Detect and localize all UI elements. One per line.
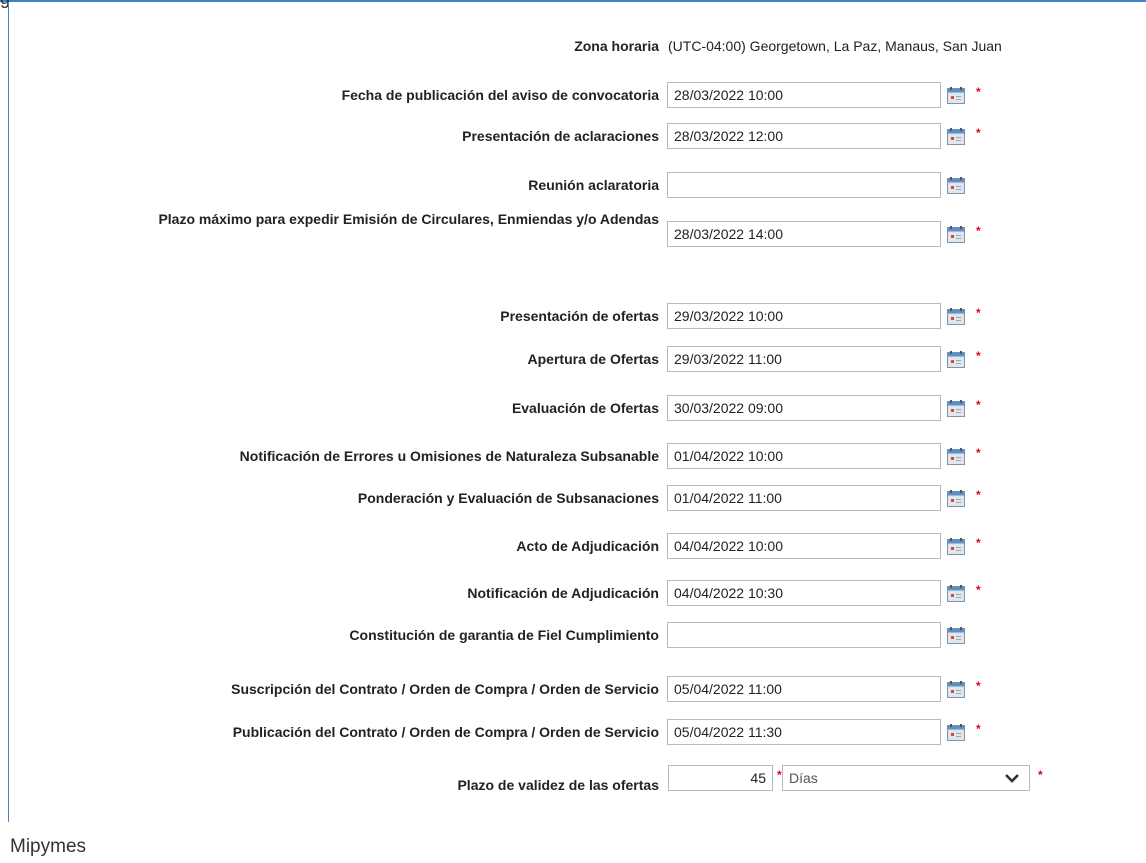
schedule-label: Ponderación y Evaluación de Subsanacione… bbox=[357, 490, 659, 506]
required-marker: * bbox=[976, 488, 981, 502]
calendar-icon[interactable] bbox=[947, 490, 965, 507]
calendar-icon[interactable] bbox=[947, 627, 965, 644]
calendar-icon[interactable] bbox=[947, 226, 965, 243]
required-marker: * bbox=[777, 768, 782, 782]
schedule-label: Acto de Adjudicación bbox=[516, 538, 659, 554]
calendar-icon[interactable] bbox=[947, 585, 965, 602]
calendar-icon[interactable] bbox=[947, 400, 965, 417]
schedule-label: Publicación del Contrato / Orden de Comp… bbox=[232, 724, 659, 740]
date-input[interactable]: 01/04/2022 10:00 bbox=[667, 443, 941, 469]
required-marker: * bbox=[976, 85, 981, 99]
date-input[interactable]: 28/03/2022 14:00 bbox=[667, 221, 941, 247]
section-top-border bbox=[0, 0, 1146, 2]
required-marker: * bbox=[976, 224, 981, 238]
required-marker: * bbox=[1038, 768, 1043, 782]
required-marker: * bbox=[976, 126, 981, 140]
timezone-label: Zona horaria bbox=[574, 38, 659, 54]
calendar-icon[interactable] bbox=[947, 538, 965, 555]
calendar-icon[interactable] bbox=[947, 308, 965, 325]
schedule-label: Notificación de Adjudicación bbox=[467, 585, 659, 601]
date-input[interactable] bbox=[667, 172, 941, 198]
schedule-label: Constitución de garantia de Fiel Cumplim… bbox=[349, 627, 659, 643]
schedule-label: Suscripción del Contrato / Orden de Comp… bbox=[231, 681, 659, 697]
calendar-icon[interactable] bbox=[947, 351, 965, 368]
date-input[interactable]: 04/04/2022 10:30 bbox=[667, 580, 941, 606]
date-input[interactable]: 29/03/2022 10:00 bbox=[667, 303, 941, 329]
date-input[interactable]: 04/04/2022 10:00 bbox=[667, 533, 941, 559]
validity-unit-select[interactable]: Días bbox=[782, 765, 1030, 791]
date-input[interactable]: 05/04/2022 11:30 bbox=[667, 719, 941, 745]
calendar-icon[interactable] bbox=[947, 128, 965, 145]
validity-unit-value: Días bbox=[789, 770, 818, 786]
required-marker: * bbox=[976, 722, 981, 736]
date-input[interactable]: 29/03/2022 11:00 bbox=[667, 346, 941, 372]
required-marker: * bbox=[976, 679, 981, 693]
schedule-label: Notificación de Errores u Omisiones de N… bbox=[239, 448, 659, 464]
required-marker: * bbox=[976, 398, 981, 412]
schedule-label: Presentación de ofertas bbox=[500, 308, 659, 324]
schedule-label: Apertura de Ofertas bbox=[527, 351, 659, 367]
required-marker: * bbox=[976, 536, 981, 550]
date-input[interactable]: 05/04/2022 11:00 bbox=[667, 676, 941, 702]
validity-days-input[interactable]: 45 bbox=[668, 765, 773, 791]
section-mipymes-title: Mipymes bbox=[10, 836, 87, 857]
section-left-border bbox=[8, 2, 9, 822]
chevron-down-icon bbox=[1005, 774, 1019, 783]
schedule-label: Fecha de publicación del aviso de convoc… bbox=[341, 87, 659, 103]
schedule-label: Plazo máximo para expedir Emisión de Cir… bbox=[158, 211, 659, 227]
calendar-icon[interactable] bbox=[947, 724, 965, 741]
required-marker: * bbox=[976, 446, 981, 460]
date-input[interactable] bbox=[667, 622, 941, 648]
validity-label: Plazo de validez de las ofertas bbox=[457, 777, 659, 793]
required-marker: * bbox=[976, 583, 981, 597]
schedule-label: Evaluación de Ofertas bbox=[511, 400, 659, 416]
timezone-value: (UTC-04:00) Georgetown, La Paz, Manaus, … bbox=[668, 38, 1002, 54]
date-input[interactable]: 28/03/2022 12:00 bbox=[667, 123, 941, 149]
schedule-label: Reunión aclaratoria bbox=[528, 177, 659, 193]
date-input[interactable]: 28/03/2022 10:00 bbox=[667, 82, 941, 108]
schedule-label: Presentación de aclaraciones bbox=[462, 128, 659, 144]
date-input[interactable]: 30/03/2022 09:00 bbox=[667, 395, 941, 421]
required-marker: * bbox=[976, 306, 981, 320]
calendar-icon[interactable] bbox=[947, 177, 965, 194]
required-marker: * bbox=[976, 349, 981, 363]
calendar-icon[interactable] bbox=[947, 87, 965, 104]
calendar-icon[interactable] bbox=[947, 681, 965, 698]
calendar-icon[interactable] bbox=[947, 448, 965, 465]
date-input[interactable]: 01/04/2022 11:00 bbox=[667, 485, 941, 511]
